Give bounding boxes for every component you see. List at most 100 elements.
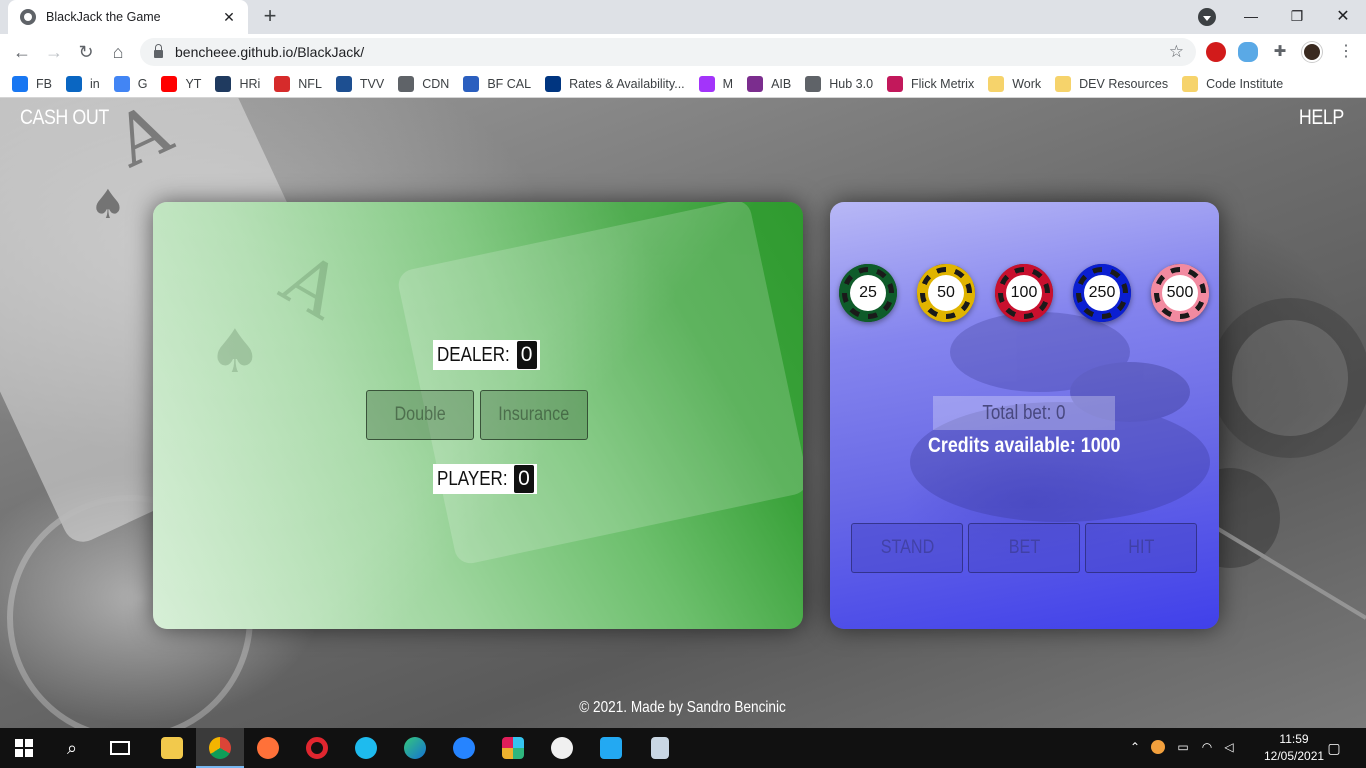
tray-chevron-up-icon[interactable]: ⌃ xyxy=(1127,740,1143,756)
cash-out-button[interactable]: CASH OUT xyxy=(20,106,109,130)
bookmark-label: AIB xyxy=(771,76,792,91)
bookmark-16[interactable]: Code Institute xyxy=(1182,75,1283,92)
profile-avatar[interactable] xyxy=(1302,42,1322,62)
chip-100[interactable]: 100 xyxy=(995,264,1053,322)
new-tab-icon[interactable]: + xyxy=(258,5,282,29)
hr-icon xyxy=(274,75,291,92)
chrome-shape xyxy=(209,737,231,759)
hit-button[interactable]: HIT xyxy=(1085,523,1197,573)
bookmark-10[interactable]: M xyxy=(698,75,734,92)
window-close-icon[interactable]: ✕ xyxy=(1320,0,1366,32)
calculator-shape xyxy=(651,737,669,759)
chip-value: 25 xyxy=(850,275,886,311)
wifi-icon[interactable]: ◠ xyxy=(1199,740,1215,756)
svg-text:♠: ♠ xyxy=(90,182,126,228)
player-score: PLAYER: 0 xyxy=(433,464,537,494)
chip-50[interactable]: 50 xyxy=(917,264,975,322)
insurance-button[interactable]: Insurance xyxy=(480,390,588,440)
forward-icon[interactable]: → xyxy=(42,40,66,64)
bookmark-label: Flick Metrix xyxy=(911,76,975,91)
bookmark-1[interactable]: in xyxy=(65,75,100,92)
close-tab-icon[interactable]: ✕ xyxy=(220,9,238,26)
reload-icon[interactable]: ↻ xyxy=(74,40,98,64)
folder-icon xyxy=(1055,75,1072,92)
slack-taskbar-icon[interactable] xyxy=(489,728,537,768)
edge-taskbar-icon[interactable] xyxy=(391,728,439,768)
menu-kebab-icon[interactable]: ⋮ xyxy=(1334,40,1358,64)
bookmark-label: in xyxy=(89,76,100,91)
bookmark-label: DEV Resources xyxy=(1079,76,1169,91)
chrome-taskbar-icon[interactable] xyxy=(196,728,244,768)
bookmark-8[interactable]: BF CAL xyxy=(463,75,531,92)
sourcetree-taskbar-icon[interactable] xyxy=(440,728,488,768)
restore-icon[interactable]: ❐ xyxy=(1274,0,1320,32)
search-icon[interactable]: ⌕ xyxy=(48,728,96,768)
bookmark-star-icon[interactable]: ☆ xyxy=(1169,42,1184,62)
chip-25[interactable]: 25 xyxy=(839,264,897,322)
bookmark-15[interactable]: DEV Resources xyxy=(1055,75,1169,92)
ie-shape xyxy=(355,737,377,759)
emoji-app-taskbar-icon[interactable] xyxy=(538,728,586,768)
minimize-icon[interactable]: — xyxy=(1228,0,1274,32)
youtube-icon xyxy=(161,75,178,92)
extensions-puzzle-icon[interactable]: ✚ xyxy=(1270,42,1290,62)
bet-button[interactable]: BET xyxy=(968,523,1080,573)
bookmark-7[interactable]: CDN xyxy=(398,75,449,92)
internet-explorer-taskbar-icon[interactable] xyxy=(342,728,390,768)
notifications-icon[interactable]: ▢ xyxy=(1324,740,1344,756)
system-clock[interactable]: 11:59 12/05/2021 xyxy=(1264,731,1324,765)
vscode-taskbar-icon[interactable] xyxy=(587,728,635,768)
tab-search-icon[interactable] xyxy=(1198,8,1216,26)
bookmark-4[interactable]: HRi xyxy=(215,75,261,92)
tray-app-icon[interactable] xyxy=(1151,740,1167,756)
chip-value: 500 xyxy=(1162,275,1198,311)
double-label: Double xyxy=(394,404,446,425)
folder-icon xyxy=(988,75,1005,92)
windows-taskbar: ⌕ ⌃ ▭ ◠ ◁ 11:59 12/05/2021 ▢ xyxy=(0,728,1366,768)
linkedin-icon xyxy=(65,75,82,92)
bookmark-label: HRi xyxy=(239,76,261,91)
credits-text: Credits available: 1000 xyxy=(928,434,1121,457)
bookmark-11[interactable]: AIB xyxy=(747,75,792,92)
calculator-taskbar-icon[interactable] xyxy=(636,728,684,768)
opera-extension-icon[interactable] xyxy=(1206,42,1226,62)
task-view-icon[interactable] xyxy=(96,728,144,768)
bookmark-13[interactable]: Flick Metrix xyxy=(887,75,975,92)
clock-date: 12/05/2021 xyxy=(1264,749,1325,763)
site-favicon-icon xyxy=(20,9,36,25)
back-icon[interactable]: ← xyxy=(10,40,34,64)
opera-taskbar-icon[interactable] xyxy=(293,728,341,768)
double-button[interactable]: Double xyxy=(366,390,474,440)
bookmark-9[interactable]: Rates & Availability... xyxy=(545,75,685,92)
bookmark-14[interactable]: Work xyxy=(988,75,1042,92)
chip-500[interactable]: 500 xyxy=(1151,264,1209,322)
battery-icon[interactable]: ▭ xyxy=(1175,740,1191,756)
help-button[interactable]: HELP xyxy=(1299,106,1344,130)
bookmark-6[interactable]: TVV xyxy=(335,75,384,92)
total-bet-display: Total bet: 0 xyxy=(933,396,1115,430)
firefox-taskbar-icon[interactable] xyxy=(244,728,292,768)
browser-tab[interactable]: BlackJack the Game ✕ xyxy=(8,0,248,34)
bookmark-0[interactable]: FB xyxy=(12,75,52,92)
home-icon[interactable]: ⌂ xyxy=(106,40,130,64)
tab-title: BlackJack the Game xyxy=(46,10,161,24)
address-bar[interactable]: bencheee.github.io/BlackJack/ ☆ xyxy=(140,38,1196,66)
volume-icon[interactable]: ◁ xyxy=(1221,740,1237,756)
dealer-score: DEALER: 0 xyxy=(433,340,540,370)
chip-value: 100 xyxy=(1006,275,1042,311)
file-explorer-icon[interactable] xyxy=(148,728,196,768)
vscode-shape xyxy=(600,737,622,759)
bookmark-2[interactable]: G xyxy=(113,75,148,92)
stand-button[interactable]: STAND xyxy=(851,523,963,573)
start-windows-icon[interactable] xyxy=(0,728,48,768)
bookmark-label: M xyxy=(722,76,734,91)
bookmark-3[interactable]: YT xyxy=(161,75,201,92)
chip-250[interactable]: 250 xyxy=(1073,264,1131,322)
bookmark-label: G xyxy=(137,76,148,91)
tray-app-shape xyxy=(1151,740,1165,754)
bookmark-12[interactable]: Hub 3.0 xyxy=(805,75,873,92)
cloud-extension-icon[interactable] xyxy=(1238,42,1258,62)
bookmark-label: Work xyxy=(1012,76,1042,91)
bet-label: BET xyxy=(1008,537,1040,558)
bookmark-5[interactable]: NFL xyxy=(274,75,322,92)
